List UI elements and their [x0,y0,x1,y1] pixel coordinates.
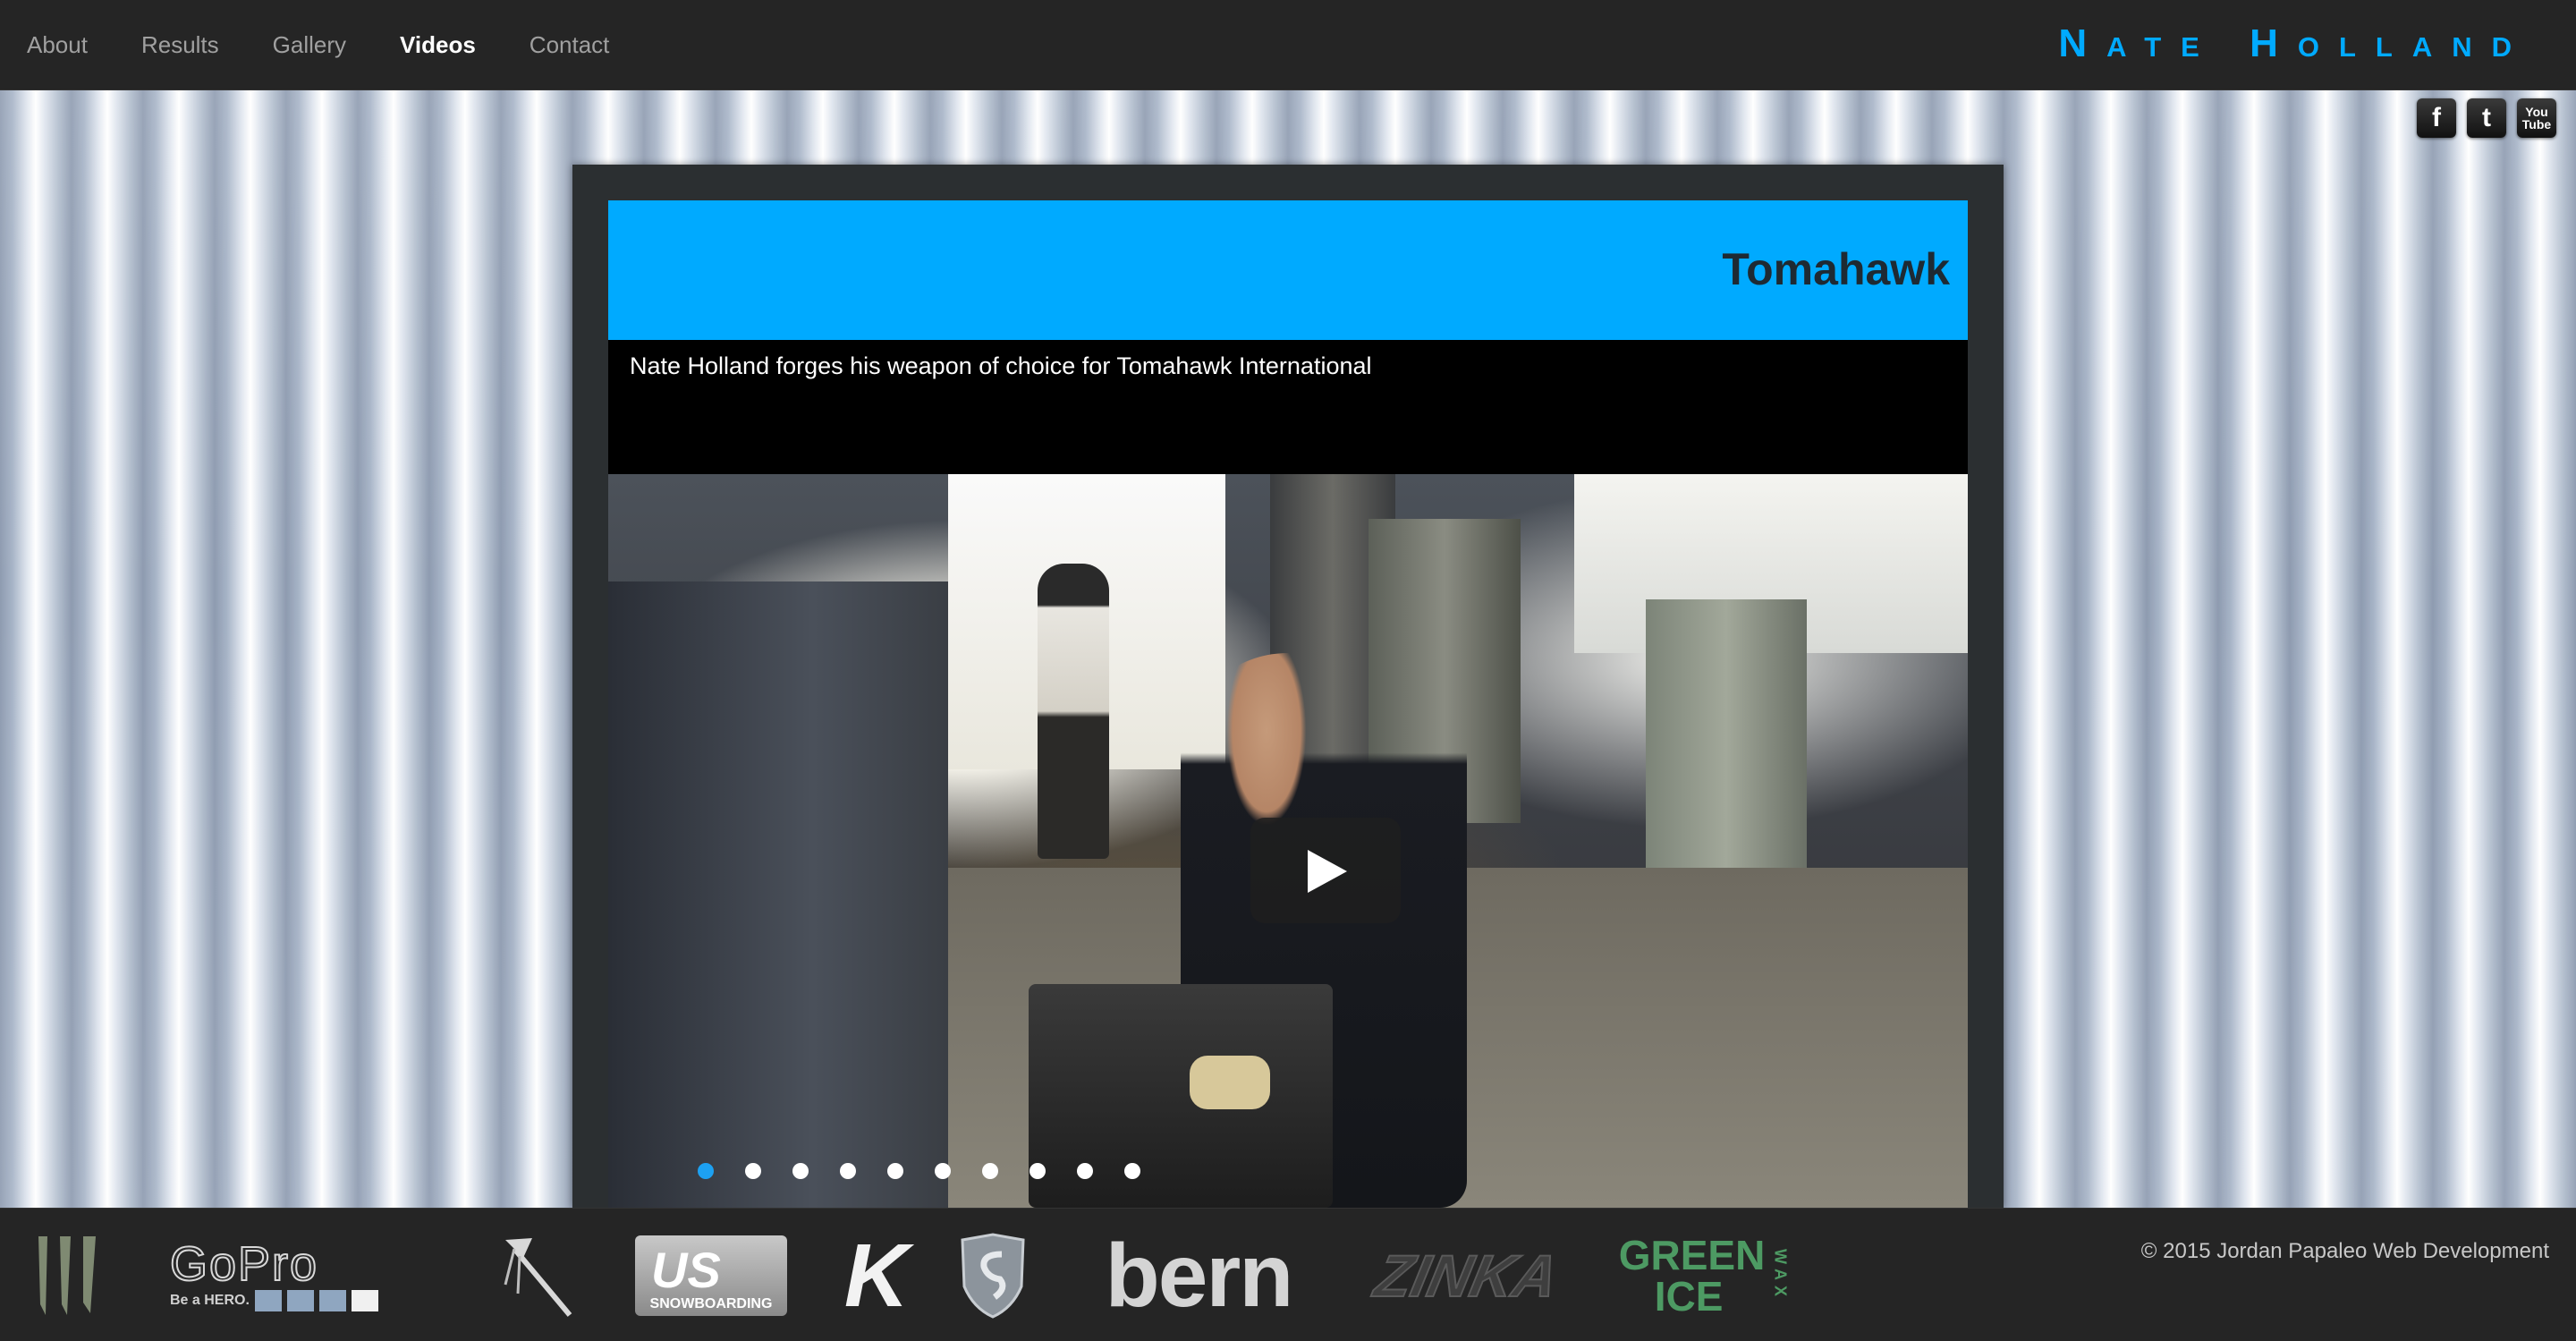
slide-dot-8[interactable] [1030,1163,1046,1179]
video-title: Tomahawk [1722,244,1950,294]
shield-logo[interactable] [957,1233,1029,1319]
k-logo[interactable]: K [841,1231,912,1320]
nav-contact[interactable]: Contact [530,31,610,59]
slide-dot-5[interactable] [887,1163,903,1179]
slide-dot-9[interactable] [1077,1163,1093,1179]
main-nav: About Results Gallery Videos Contact [27,0,663,89]
play-button[interactable] [1250,818,1401,923]
video-title-bar: Tomahawk [608,200,1968,340]
footer: GoPro Be a HERO. US SNOWBOARDING K bern … [0,1208,2576,1341]
video-panel: Tomahawk Nate Holland forges his weapon … [572,165,2004,1208]
gopro-wordmark: GoPro [169,1237,319,1291]
facebook-icon[interactable]: f [2417,98,2456,138]
us-snowboarding-text: SNOWBOARDING [649,1296,773,1311]
zinka-wordmark: ZINKA [1368,1242,1564,1310]
slide-dot-4[interactable] [840,1163,856,1179]
video-player[interactable] [608,474,1968,1208]
play-icon [1308,850,1347,893]
shield-icon [961,1233,1025,1319]
slide-dot-6[interactable] [935,1163,951,1179]
site-brand[interactable]: Nate Holland [2058,21,2531,66]
nav-videos[interactable]: Videos [400,31,476,59]
bern-wordmark: bern [1105,1226,1294,1326]
social-links: f t You Tube [2417,98,2556,138]
monster-claw-icon [38,1236,96,1315]
nav-about[interactable]: About [27,31,88,59]
nav-gallery[interactable]: Gallery [273,31,346,59]
twitter-icon[interactable]: t [2467,98,2506,138]
left-machinery [608,581,948,1208]
nav-results[interactable]: Results [141,31,219,59]
green-ice-wax: WAX [1771,1249,1790,1303]
glove [1190,1056,1270,1109]
slide-indicators [698,1163,1140,1179]
copyright: © 2015 Jordan Papaleo Web Development [2140,1239,2549,1263]
slide-dot-10[interactable] [1124,1163,1140,1179]
person-background [1038,564,1109,859]
slide-dot-1[interactable] [698,1163,714,1179]
bern-logo[interactable]: bern [1082,1231,1315,1320]
tomahawk-icon [504,1238,572,1317]
video-description-box: Nate Holland forges his weapon of choice… [608,340,1968,474]
video-description: Nate Holland forges his weapon of choice… [630,352,1372,379]
gopro-logo[interactable]: GoPro Be a HERO. [169,1235,420,1316]
gopro-tagline: Be a HERO. [170,1293,250,1308]
green-ice-bottom: ICE [1654,1273,1724,1320]
k-letter: K [843,1226,910,1326]
us-snowboarding-logo[interactable]: US SNOWBOARDING [635,1235,787,1316]
slide-dot-3[interactable] [792,1163,809,1179]
slide-dot-2[interactable] [745,1163,761,1179]
zinka-logo[interactable]: ZINKA [1368,1235,1565,1316]
youtube-icon-bottom: Tube [2521,117,2552,132]
slide-dot-7[interactable] [982,1163,998,1179]
tomahawk-logo[interactable] [483,1235,581,1317]
green-ice-logo[interactable]: GREEN ICE WAX [1618,1232,1790,1320]
youtube-icon[interactable]: You Tube [2517,98,2556,138]
top-navigation-bar: About Results Gallery Videos Contact Nat… [0,0,2576,90]
monster-logo[interactable] [27,1235,107,1316]
green-ice-top: GREEN [1618,1232,1766,1278]
